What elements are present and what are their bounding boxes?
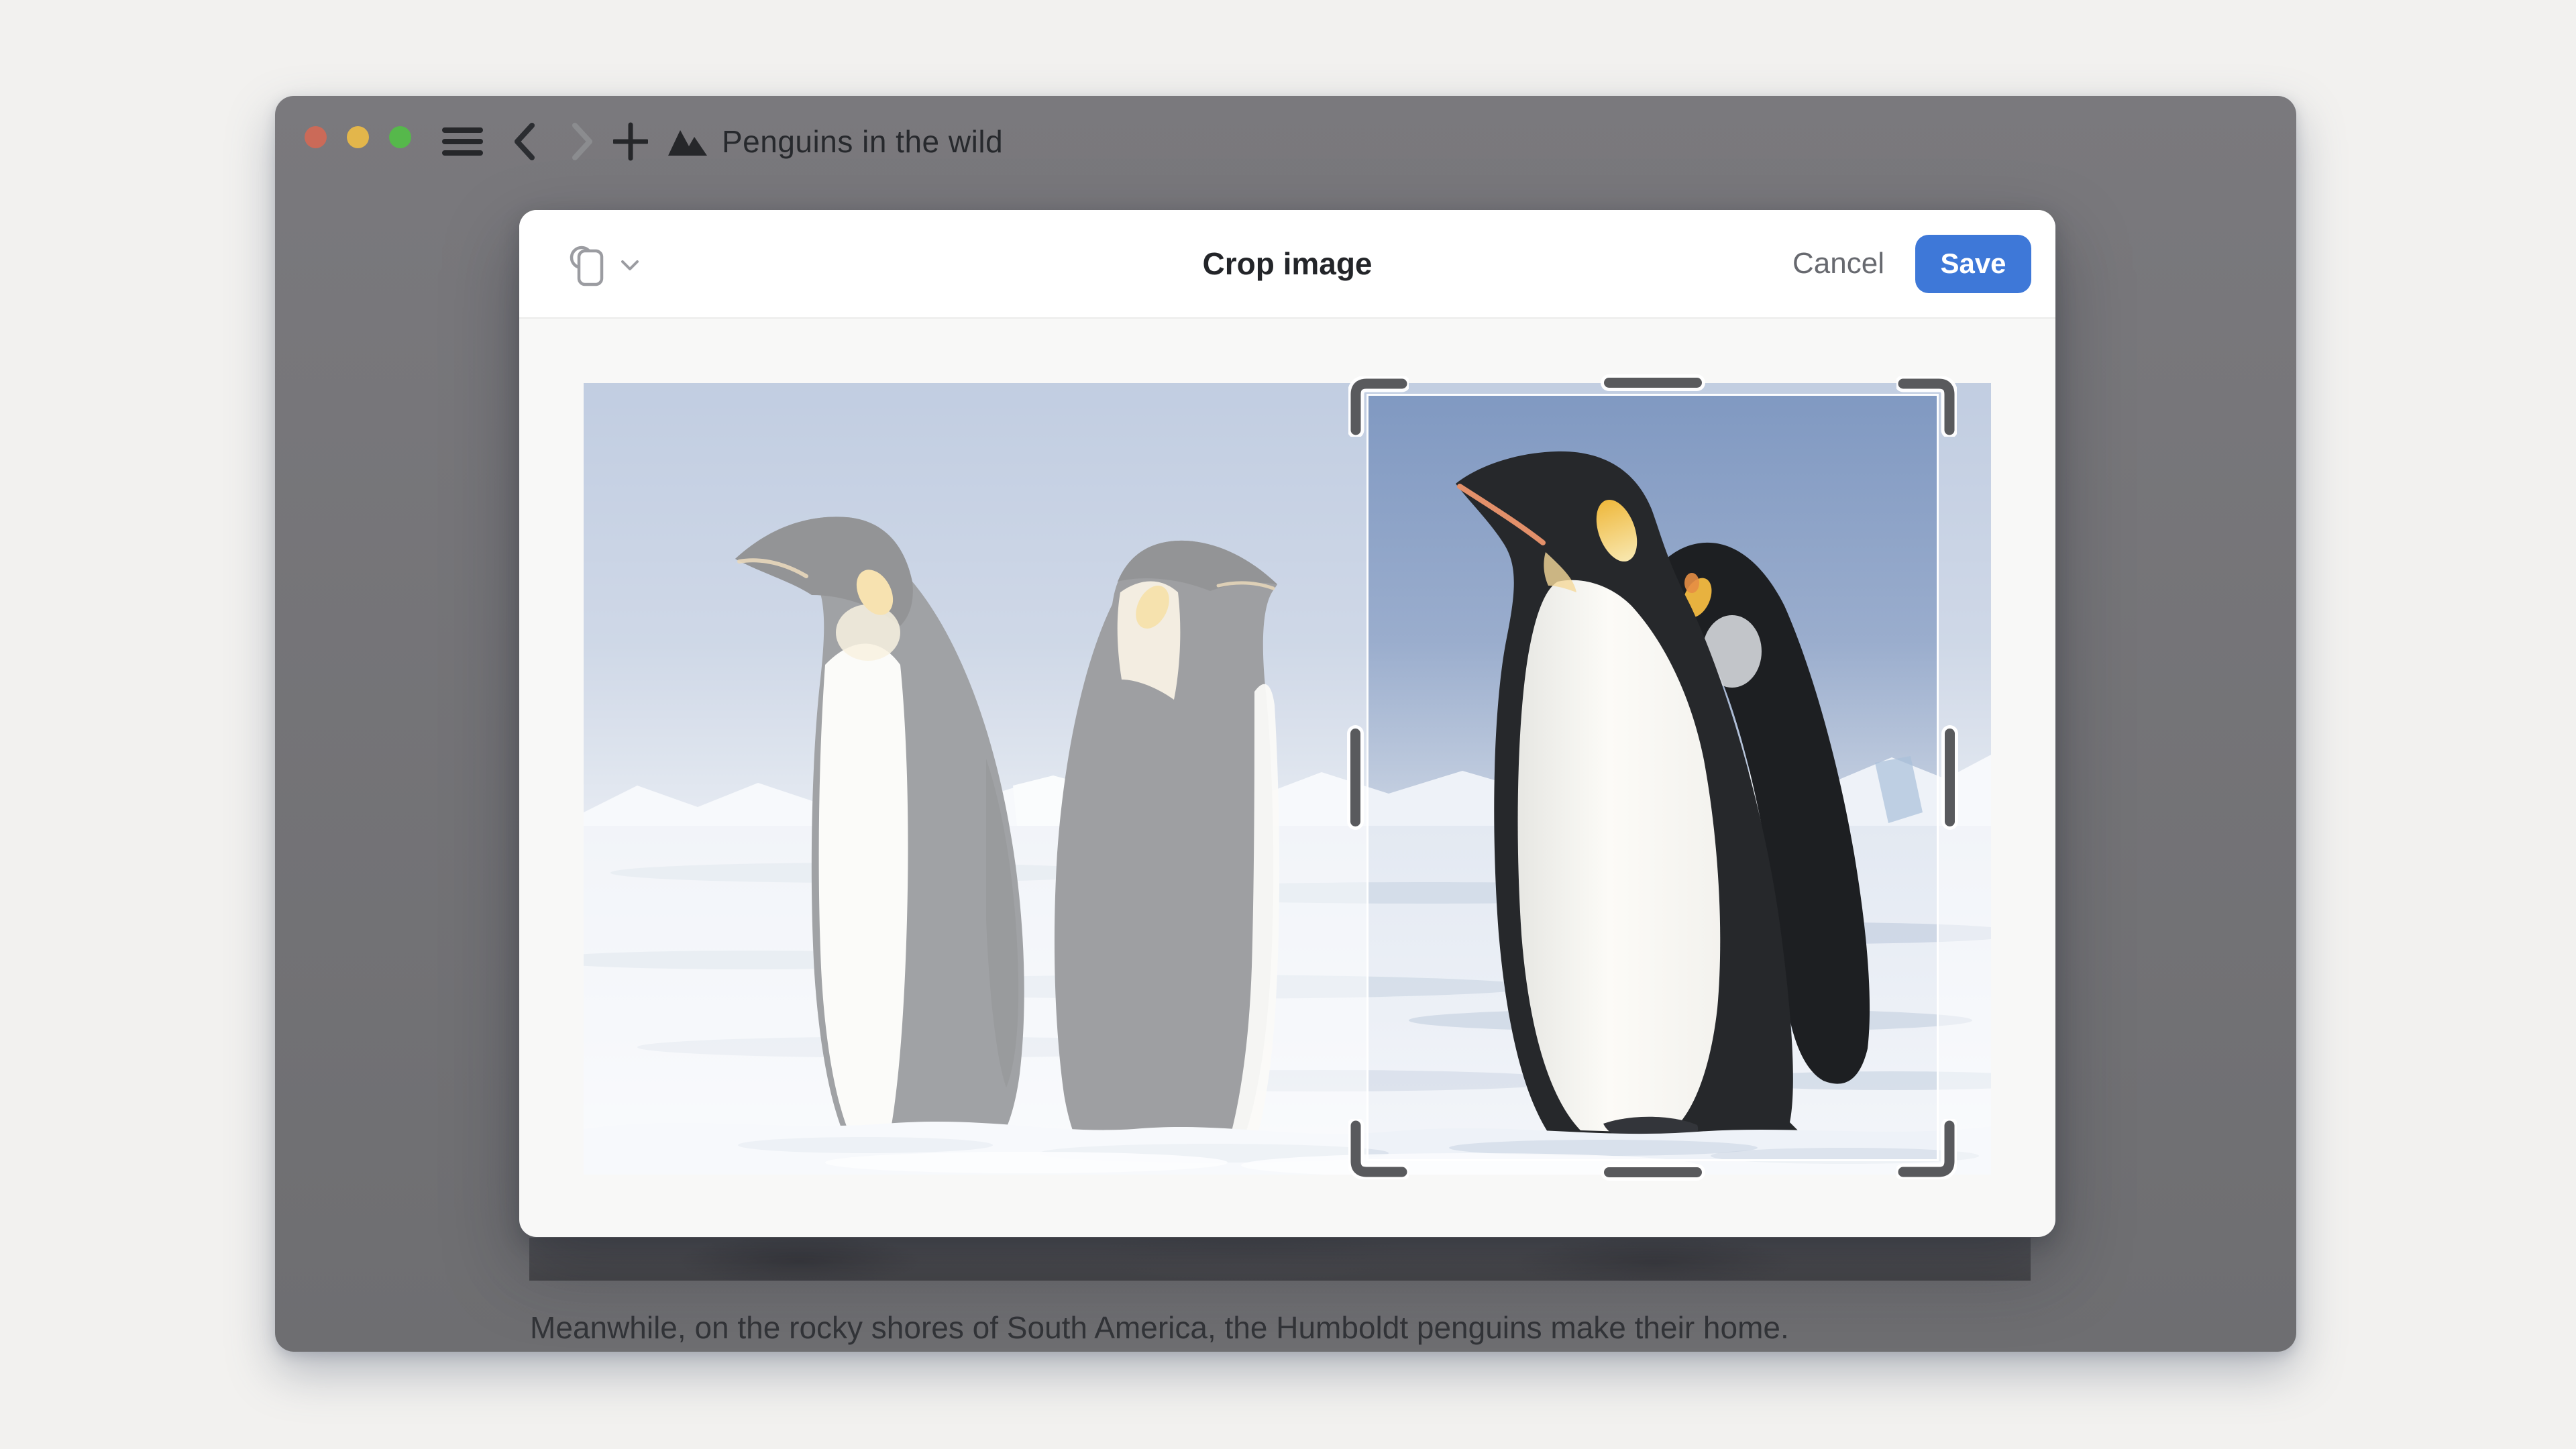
forward-button[interactable] [572,122,594,161]
photo-canvas [584,383,1991,1175]
crop-handle-bottom-right[interactable] [1896,1119,1957,1179]
minimize-button[interactable] [347,126,369,148]
back-button[interactable] [513,122,535,161]
crop-handle-bottom-left[interactable] [1348,1119,1409,1179]
crop-handle-bottom[interactable] [1604,1167,1702,1177]
save-button[interactable]: Save [1915,235,2031,293]
doc-image-strip [529,1238,2031,1281]
menu-icon[interactable] [442,126,483,157]
doc-caption: Meanwhile, on the rocky shores of South … [530,1307,2140,1348]
modal-header: Crop image Cancel Save [519,210,2055,319]
plus-icon [614,125,647,158]
crop-selection[interactable] [1368,396,1937,1159]
crop-handle-left[interactable] [1350,729,1360,826]
chevron-right-icon [575,125,590,158]
window-title: Penguins in the wild [722,123,1003,160]
crop-handle-top-right[interactable] [1896,376,1957,437]
titlebar: Penguins in the wild [275,96,2296,186]
zoom-button[interactable] [389,126,411,148]
crop-handle-top[interactable] [1604,378,1702,388]
traffic-lights [305,126,411,148]
crop-handle-top-left[interactable] [1348,376,1409,437]
cancel-button[interactable]: Cancel [1792,247,1884,280]
crop-handle-right[interactable] [1945,729,1955,826]
chevron-left-icon [517,125,532,158]
close-button[interactable] [305,126,327,148]
header-actions: Cancel Save [1792,210,2031,317]
penguin-photo-cropped [1368,396,1937,1159]
image-icon [667,126,708,157]
crop-modal: Crop image Cancel Save [519,210,2055,1237]
add-button[interactable] [613,122,648,161]
